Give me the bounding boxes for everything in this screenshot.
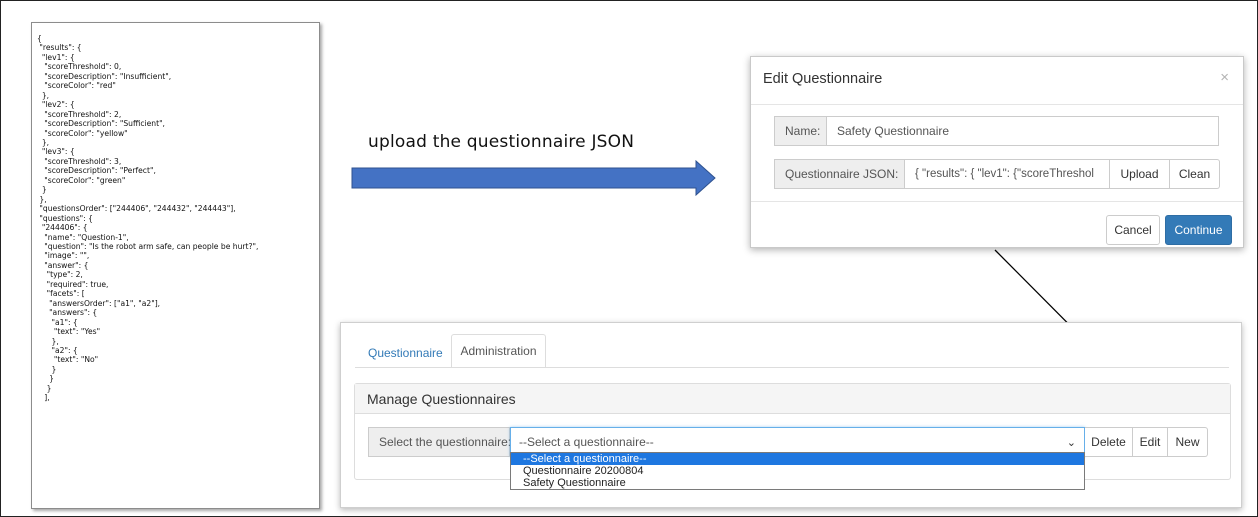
close-icon[interactable]: × xyxy=(1220,69,1229,86)
select-value: --Select a questionnaire-- xyxy=(519,435,654,449)
json-field[interactable]: { "results": { "lev1": {"scoreThreshol xyxy=(905,159,1110,189)
upload-button[interactable]: Upload xyxy=(1110,159,1170,189)
new-button[interactable]: New xyxy=(1168,427,1208,457)
chevron-down-icon: ⌄ xyxy=(1066,436,1076,449)
select-label: Select the questionnaire: xyxy=(368,427,511,457)
cancel-button[interactable]: Cancel xyxy=(1106,215,1160,245)
modal-header-divider xyxy=(751,104,1243,105)
delete-button[interactable]: Delete xyxy=(1085,427,1133,457)
dropdown-option[interactable]: Questionnaire 20200804 xyxy=(511,465,1084,477)
modal-title: Edit Questionnaire xyxy=(763,71,883,87)
right-arrow-icon xyxy=(351,160,716,196)
name-input-group: Name: Safety Questionnaire xyxy=(774,116,1219,146)
json-label: Questionnaire JSON: xyxy=(774,159,905,189)
dropdown-option[interactable]: Safety Questionnaire xyxy=(511,477,1084,489)
tab-administration[interactable]: Administration xyxy=(451,334,546,368)
clean-button[interactable]: Clean xyxy=(1170,159,1220,189)
continue-button[interactable]: Continue xyxy=(1165,215,1232,245)
dropdown-option[interactable]: --Select a questionnaire-- xyxy=(511,453,1084,465)
name-field[interactable]: Safety Questionnaire xyxy=(827,116,1219,146)
tab-questionnaire[interactable]: Questionnaire xyxy=(368,346,443,360)
panel-heading: Manage Questionnaires xyxy=(355,384,1230,414)
json-code-text: { "results": { "lev1": { "scoreThreshold… xyxy=(37,34,259,403)
name-label: Name: xyxy=(774,116,827,146)
tabs-divider xyxy=(355,367,1229,368)
json-document-page: { "results": { "lev1": { "scoreThreshold… xyxy=(31,22,320,509)
edit-questionnaire-modal: Edit Questionnaire × Name: Safety Questi… xyxy=(750,56,1244,248)
modal-footer-divider xyxy=(751,201,1243,202)
arrow-caption: upload the questionnaire JSON xyxy=(368,132,635,152)
json-input-group: Questionnaire JSON: { "results": { "lev1… xyxy=(774,159,1234,189)
questionnaire-dropdown-list: --Select a questionnaire-- Questionnaire… xyxy=(510,452,1085,490)
edit-button[interactable]: Edit xyxy=(1133,427,1168,457)
